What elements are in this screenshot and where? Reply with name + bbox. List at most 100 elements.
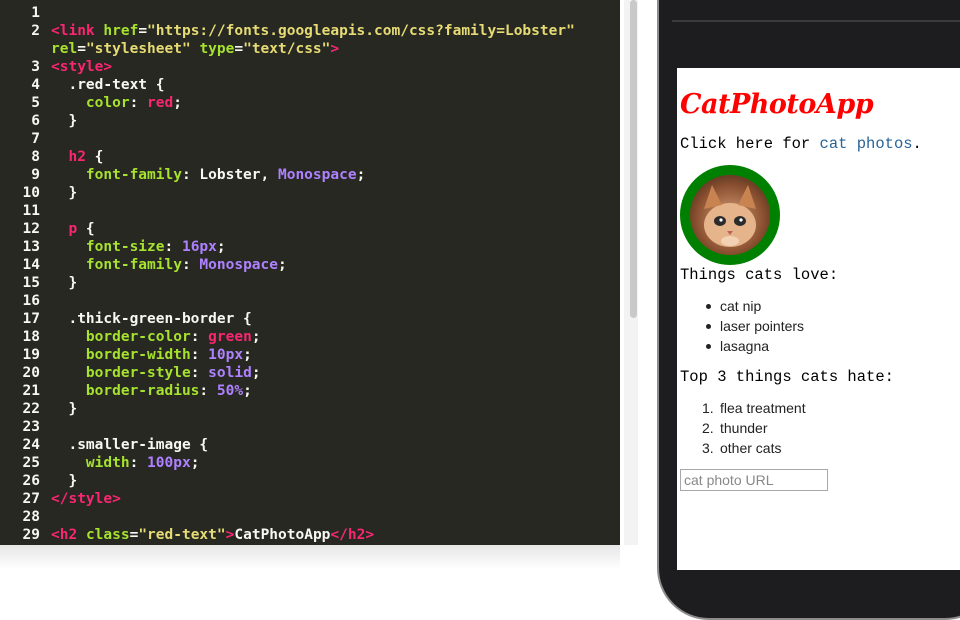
code-line[interactable]: 5 color: red; (0, 94, 620, 112)
code-token: = (234, 41, 244, 57)
code-line[interactable]: 20 border-style: solid; (0, 364, 620, 382)
love-item-text: lasagna (720, 338, 770, 354)
code-line[interactable]: 1 (0, 4, 620, 22)
line-number: 21 (22, 383, 40, 399)
code-token: : (190, 329, 209, 345)
code-line[interactable]: 12 p { (0, 220, 620, 238)
phone-top-bezel (672, 20, 960, 22)
code-token: href (103, 23, 139, 39)
code-token: } (51, 473, 78, 489)
kitten-image (690, 175, 770, 255)
code-token: solid (208, 365, 252, 381)
intro-text: Click here for (680, 135, 820, 153)
code-line[interactable]: 18 border-color: green; (0, 328, 620, 346)
line-number: 17 (22, 311, 40, 327)
line-number: 16 (22, 293, 40, 309)
code-line[interactable]: 6 } (0, 112, 620, 130)
code-text: .thick-green-border { (51, 310, 252, 328)
code-line[interactable]: 26 } (0, 472, 620, 490)
line-number: 3 (31, 59, 40, 75)
code-line[interactable]: 7 (0, 130, 620, 148)
code-token: .thick-green-border { (51, 311, 252, 327)
editor-bottom-shadow (0, 545, 620, 570)
love-item-text: cat nip (720, 298, 762, 314)
love-list-item: lasagna (706, 336, 804, 356)
code-text: } (51, 400, 77, 418)
code-line[interactable]: 15 } (0, 274, 620, 292)
code-text: border-radius: 50%; (51, 382, 252, 400)
code-line[interactable]: 29 <h2 class="red-text">CatPhotoApp</h2> (0, 526, 620, 544)
code-token: : (190, 347, 209, 363)
code-token: red (147, 95, 174, 111)
code-token: 50% (216, 383, 244, 399)
line-number: 4 (31, 77, 40, 93)
code-text: } (51, 472, 77, 490)
code-text: border-width: 10px; (51, 346, 252, 364)
code-line[interactable]: 14 font-family: Monospace; (0, 256, 620, 274)
code-token: <style> (51, 59, 113, 75)
cat-photo[interactable] (680, 165, 780, 265)
code-line[interactable]: 25 width: 100px; (0, 454, 620, 472)
code-line[interactable]: 23 (0, 418, 620, 436)
code-token: : (164, 239, 182, 255)
code-token: ; (251, 365, 261, 381)
bullet-icon (706, 324, 711, 329)
code-line[interactable]: 19 border-width: 10px; (0, 346, 620, 364)
code-token: : (181, 257, 200, 273)
line-number: 6 (31, 113, 40, 129)
code-token: Monospace (277, 167, 357, 183)
line-number: 19 (22, 347, 40, 363)
code-token: ; (173, 95, 182, 111)
code-token: 100px (147, 455, 191, 471)
code-token: "red-text" (138, 527, 226, 543)
love-item-text: laser pointers (720, 318, 805, 334)
code-token: ; (251, 329, 261, 345)
line-number: 28 (22, 509, 40, 525)
code-token: green (208, 329, 252, 345)
code-line[interactable]: 8 h2 { (0, 148, 620, 166)
hate-item-text: other cats (720, 440, 782, 456)
line-number: 20 (22, 365, 40, 381)
code-line[interactable]: 13 font-size: 16px; (0, 238, 620, 256)
hate-list-item: 2. thunder (702, 418, 806, 438)
hate-list-item: 1. flea treatment (702, 398, 806, 418)
bullet-icon (706, 304, 711, 309)
code-text: font-size: 16px; (51, 238, 226, 256)
code-line[interactable]: 16 (0, 292, 620, 310)
line-number: 8 (31, 149, 40, 165)
code-text: border-color: green; (51, 328, 261, 346)
code-line[interactable]: 2 <link href="https://fonts.googleapis.co… (0, 22, 620, 40)
code-editor[interactable]: 1 2 <link href="https://fonts.googleapis.c… (0, 0, 620, 545)
code-line[interactable]: 4 .red-text { (0, 76, 620, 94)
code-text: } (51, 112, 77, 130)
code-token: } (51, 401, 78, 417)
code-token: font-family (85, 167, 182, 183)
code-line[interactable]: 21 border-radius: 50%; (0, 382, 620, 400)
code-token: ; (243, 347, 252, 363)
code-token: <link (51, 23, 95, 39)
code-text: </style> (51, 490, 121, 508)
code-line[interactable]: 22 } (0, 400, 620, 418)
line-number: 27 (22, 491, 40, 507)
code-token: .smaller-image { (51, 437, 209, 453)
hate-item-text: flea treatment (720, 400, 806, 416)
code-line[interactable]: 28 (0, 508, 620, 526)
cat-photo-url-input[interactable] (680, 469, 828, 491)
code-token: { (85, 149, 104, 165)
code-line[interactable]: 3 <style> (0, 58, 620, 76)
code-line[interactable]: 24 .smaller-image { (0, 436, 620, 454)
code-line[interactable]: 17 .thick-green-border { (0, 310, 620, 328)
code-token: Monospace (199, 257, 278, 273)
code-token: : (129, 455, 148, 471)
code-line[interactable]: 10 } (0, 184, 620, 202)
code-text: font-family: Monospace; (51, 256, 287, 274)
cat-photos-link[interactable]: cat photos (820, 135, 913, 153)
editor-scrollbar-thumb[interactable] (630, 0, 637, 318)
code-line[interactable]: rel="stylesheet" type="text/css"> (0, 40, 620, 58)
code-line[interactable]: 9 font-family: Lobster, Monospace; (0, 166, 620, 184)
code-line[interactable]: 11 (0, 202, 620, 220)
code-line[interactable]: 27 </style> (0, 490, 620, 508)
app-title: CatPhotoApp (680, 89, 874, 120)
